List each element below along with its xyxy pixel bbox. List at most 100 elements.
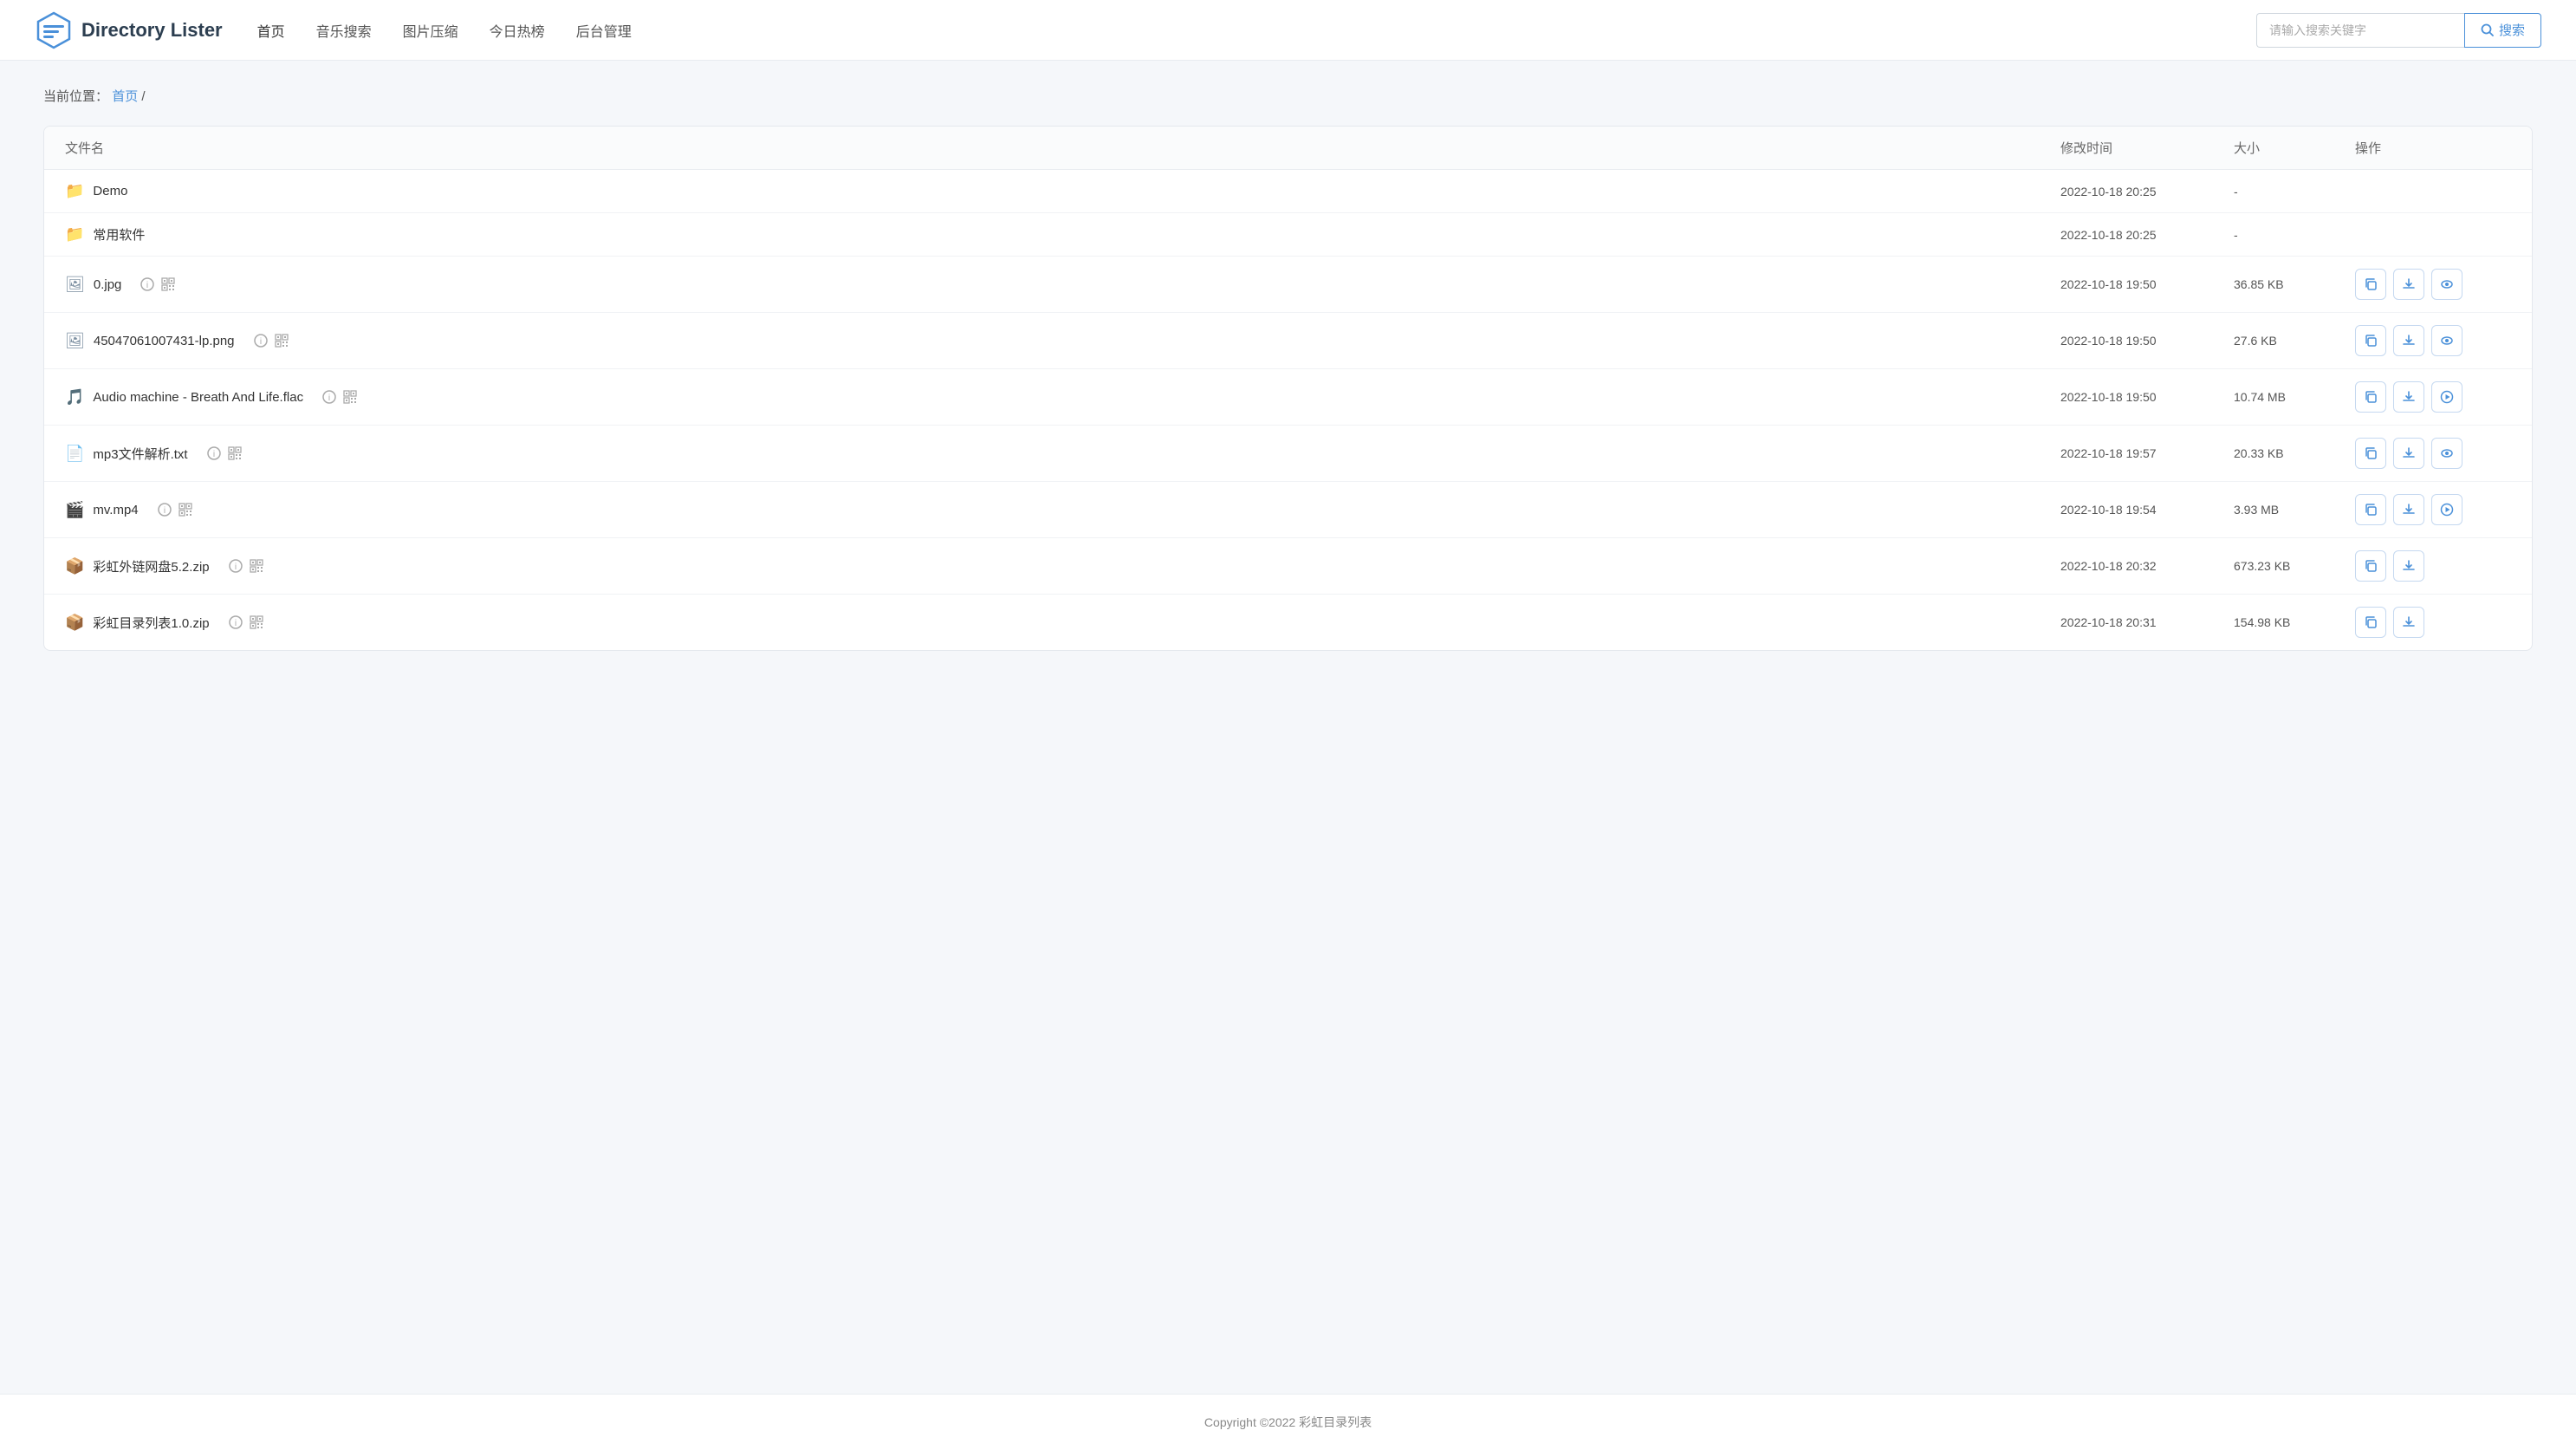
file-inline-actions: i bbox=[229, 615, 263, 629]
file-name[interactable]: 彩虹目录列表1.0.zip bbox=[93, 614, 209, 632]
file-name-cell: 📁 常用软件 bbox=[65, 225, 2060, 244]
copy-button[interactable] bbox=[2355, 381, 2386, 413]
file-name-cell: 🎵 Audio machine - Breath And Life.flac i bbox=[65, 388, 2060, 406]
nav: 首页 音乐搜索 图片压缩 今日热榜 后台管理 bbox=[257, 16, 2222, 44]
table-row: 📦 彩虹目录列表1.0.zip i bbox=[44, 595, 2532, 650]
download-button[interactable] bbox=[2393, 269, 2424, 300]
ops-cell bbox=[2355, 325, 2511, 356]
search-button[interactable]: 搜索 bbox=[2464, 13, 2541, 48]
qr-icon[interactable] bbox=[178, 503, 192, 517]
file-name[interactable]: mv.mp4 bbox=[93, 503, 138, 517]
info-icon[interactable]: i bbox=[229, 559, 243, 573]
main-content: 当前位置： 首页 / 文件名 修改时间 大小 操作 📁 Demo 2022-10… bbox=[0, 61, 2576, 1394]
file-icon: 🎬 bbox=[65, 501, 84, 519]
nav-hot[interactable]: 今日热榜 bbox=[490, 16, 545, 44]
file-name-cell: 🖼 0.jpg i bbox=[65, 276, 2060, 294]
copy-button[interactable] bbox=[2355, 325, 2386, 356]
table-row: 🖼 45047061007431-lp.png i bbox=[44, 313, 2532, 369]
col-modified: 修改时间 bbox=[2060, 139, 2234, 157]
file-name[interactable]: 常用软件 bbox=[93, 225, 145, 244]
table-row: 📁 常用软件 2022-10-18 20:25 - bbox=[44, 213, 2532, 257]
qr-icon[interactable] bbox=[343, 390, 357, 404]
table-row: 📦 彩虹外链网盘5.2.zip i bbox=[44, 538, 2532, 595]
footer-text: Copyright ©2022 彩虹目录列表 bbox=[1204, 1415, 1372, 1429]
file-name[interactable]: 45047061007431-lp.png bbox=[94, 334, 235, 348]
file-name-cell: 📦 彩虹外链网盘5.2.zip i bbox=[65, 557, 2060, 575]
ops-cell bbox=[2355, 269, 2511, 300]
file-icon: 🖼 bbox=[65, 276, 85, 294]
copy-button[interactable] bbox=[2355, 494, 2386, 525]
copy-button[interactable] bbox=[2355, 607, 2386, 638]
file-name[interactable]: mp3文件解析.txt bbox=[93, 445, 187, 463]
qr-icon[interactable] bbox=[228, 446, 242, 460]
table-row: 📄 mp3文件解析.txt i bbox=[44, 426, 2532, 482]
download-button[interactable] bbox=[2393, 550, 2424, 582]
download-button[interactable] bbox=[2393, 381, 2424, 413]
info-icon[interactable]: i bbox=[158, 503, 172, 517]
info-icon[interactable]: i bbox=[140, 277, 154, 291]
breadcrumb-home[interactable]: 首页 bbox=[112, 89, 138, 104]
nav-home[interactable]: 首页 bbox=[257, 16, 285, 44]
qr-icon[interactable] bbox=[275, 334, 289, 348]
preview-button[interactable] bbox=[2431, 269, 2462, 300]
breadcrumb-prefix: 当前位置： bbox=[43, 89, 108, 104]
size-cell: 3.93 MB bbox=[2234, 503, 2355, 517]
size-cell: 20.33 KB bbox=[2234, 446, 2355, 460]
size-cell: 10.74 MB bbox=[2234, 390, 2355, 404]
play-button[interactable] bbox=[2431, 494, 2462, 525]
size-cell: 154.98 KB bbox=[2234, 615, 2355, 629]
file-name[interactable]: Audio machine - Breath And Life.flac bbox=[93, 390, 303, 405]
ops-cell bbox=[2355, 381, 2511, 413]
file-name[interactable]: 彩虹外链网盘5.2.zip bbox=[93, 557, 209, 575]
qr-icon[interactable] bbox=[161, 277, 175, 291]
file-icon: 📄 bbox=[65, 445, 84, 463]
info-icon[interactable]: i bbox=[207, 446, 221, 460]
ops-cell bbox=[2355, 607, 2511, 638]
ops-cell bbox=[2355, 438, 2511, 469]
file-name[interactable]: 0.jpg bbox=[94, 277, 122, 292]
info-icon[interactable]: i bbox=[229, 615, 243, 629]
file-icon: 📦 bbox=[65, 614, 84, 632]
file-name[interactable]: Demo bbox=[93, 184, 127, 198]
date-cell: 2022-10-18 20:32 bbox=[2060, 559, 2234, 573]
copy-button[interactable] bbox=[2355, 269, 2386, 300]
ops-cell bbox=[2355, 550, 2511, 582]
file-icon: 🖼 bbox=[65, 332, 85, 350]
table-row: 🖼 0.jpg i bbox=[44, 257, 2532, 313]
copy-button[interactable] bbox=[2355, 550, 2386, 582]
info-icon[interactable]: i bbox=[322, 390, 336, 404]
svg-text:i: i bbox=[235, 562, 237, 572]
size-cell: - bbox=[2234, 185, 2355, 198]
qr-icon[interactable] bbox=[250, 559, 263, 573]
folder-icon: 📁 bbox=[65, 182, 84, 200]
folder-icon: 📁 bbox=[65, 225, 84, 244]
preview-button[interactable] bbox=[2431, 438, 2462, 469]
header: Directory Lister 首页 音乐搜索 图片压缩 今日热榜 后台管理 … bbox=[0, 0, 2576, 61]
nav-music[interactable]: 音乐搜索 bbox=[316, 16, 372, 44]
info-icon[interactable]: i bbox=[254, 334, 268, 348]
download-button[interactable] bbox=[2393, 325, 2424, 356]
footer: Copyright ©2022 彩虹目录列表 bbox=[0, 1394, 2576, 1450]
copy-button[interactable] bbox=[2355, 438, 2386, 469]
nav-admin[interactable]: 后台管理 bbox=[576, 16, 632, 44]
download-button[interactable] bbox=[2393, 494, 2424, 525]
col-ops: 操作 bbox=[2355, 139, 2511, 157]
search-area: 搜索 bbox=[2256, 13, 2541, 48]
svg-text:i: i bbox=[259, 337, 261, 347]
play-button[interactable] bbox=[2431, 381, 2462, 413]
file-name-cell: 📁 Demo bbox=[65, 182, 2060, 200]
preview-button[interactable] bbox=[2431, 325, 2462, 356]
date-cell: 2022-10-18 19:50 bbox=[2060, 390, 2234, 404]
qr-icon[interactable] bbox=[250, 615, 263, 629]
table-row: 🎵 Audio machine - Breath And Life.flac i bbox=[44, 369, 2532, 426]
search-input[interactable] bbox=[2256, 13, 2464, 48]
nav-image[interactable]: 图片压缩 bbox=[403, 16, 458, 44]
svg-text:i: i bbox=[212, 450, 214, 459]
breadcrumb-separator: / bbox=[141, 89, 145, 104]
file-icon: 📦 bbox=[65, 557, 84, 575]
svg-text:i: i bbox=[235, 619, 237, 628]
download-button[interactable] bbox=[2393, 607, 2424, 638]
download-button[interactable] bbox=[2393, 438, 2424, 469]
col-size: 大小 bbox=[2234, 139, 2355, 157]
size-cell: - bbox=[2234, 228, 2355, 242]
